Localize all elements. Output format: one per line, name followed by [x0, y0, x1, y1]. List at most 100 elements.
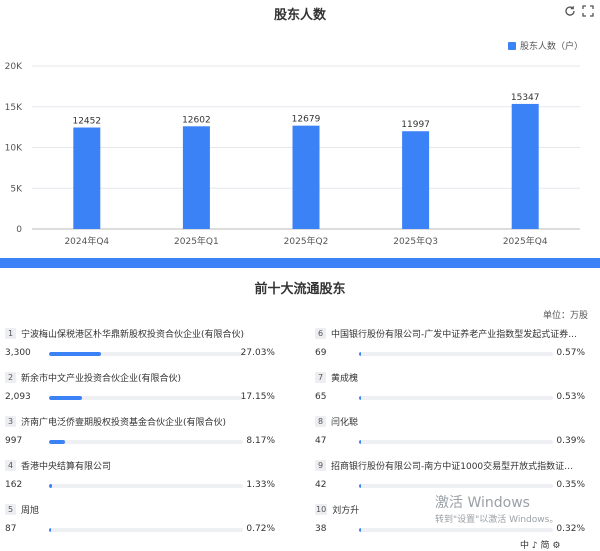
shareholder-name-row: 5 周旭 [5, 502, 275, 516]
data-label: 15347 [511, 93, 540, 103]
ratio-fill [49, 352, 101, 356]
legend-label: 股东人数（户） [520, 40, 583, 52]
share-percent: 0.57% [556, 348, 585, 358]
share-amount: 65 [315, 392, 327, 402]
y-tick-label: 5K [10, 184, 23, 194]
shareholder-item: 6 中国银行股份有限公司-广发中证养老产业指数型发起式证券... 69 0.57% [315, 326, 585, 366]
shareholder-item: 4 香港中央结算有限公司 162 1.33% [5, 458, 275, 498]
x-tick-label: 2025年Q3 [393, 235, 438, 247]
rank-badge: 5 [5, 503, 16, 515]
bar-chart: 0 5K 10K 15K 20K 12452 2024年Q4 12602 2025年Q1 1267… [5, 40, 583, 247]
ratio-track [359, 352, 553, 356]
ratio-fill [49, 440, 65, 444]
shareholder-value-row: 3,300 27.03% [5, 346, 275, 362]
y-tick-label: 0 [16, 225, 22, 235]
shareholder-value-row: 162 1.33% [5, 478, 275, 494]
shareholder-name-row: 8 闫化聪 [315, 414, 585, 428]
expand-icon[interactable] [582, 2, 594, 17]
legend-swatch [508, 42, 516, 50]
y-tick-label: 15K [5, 103, 23, 113]
share-percent: 0.32% [556, 524, 585, 534]
share-amount: 38 [315, 524, 327, 534]
share-percent: 0.72% [246, 524, 275, 534]
share-percent: 17.15% [240, 392, 275, 402]
share-percent: 0.35% [556, 480, 585, 490]
rank-badge: 8 [315, 415, 326, 427]
shareholder-name: 济南广电泛侨壹期股权投资基金合伙企业(有限合伙) [21, 417, 227, 428]
ratio-track [49, 352, 243, 356]
shareholder-item: 2 新余市中文产业投资合伙企业(有限合伙) 2,093 17.15% [5, 370, 275, 410]
shareholder-value-row: 87 0.72% [5, 522, 275, 538]
rank-badge: 7 [315, 371, 326, 383]
ratio-track [49, 396, 243, 400]
shareholder-name-row: 4 香港中央结算有限公司 [5, 458, 275, 472]
share-amount: 69 [315, 348, 327, 358]
bar [292, 125, 320, 229]
share-amount: 87 [5, 524, 17, 534]
shareholder-value-row: 2,093 17.15% [5, 390, 275, 406]
share-amount: 997 [5, 436, 23, 446]
rank-badge: 6 [315, 327, 326, 339]
ratio-fill [49, 484, 52, 488]
shareholder-name: 黄成槐 [331, 373, 359, 384]
shareholder-name-row: 3 济南广电泛侨壹期股权投资基金合伙企业(有限合伙) [5, 414, 275, 428]
section-divider [0, 258, 600, 268]
shareholder-name: 中国银行股份有限公司-广发中证养老产业指数型发起式证券... [331, 329, 577, 340]
share-percent: 0.39% [556, 436, 585, 446]
shareholder-name: 香港中央结算有限公司 [21, 461, 112, 472]
ratio-track [49, 440, 243, 444]
data-label: 12679 [292, 115, 321, 125]
ratio-track [49, 528, 243, 532]
y-tick-label: 20K [5, 62, 23, 72]
share-amount: 2,093 [5, 392, 31, 402]
shareholder-name-row: 1 宁波梅山保税港区朴华鼎新股权投资合伙企业(有限合伙) [5, 326, 275, 340]
ratio-fill [359, 440, 361, 444]
data-label: 12452 [72, 117, 101, 127]
shareholder-item: 7 黄成槐 65 0.53% [315, 370, 585, 410]
shareholder-item: 5 周旭 87 0.72% [5, 502, 275, 542]
shareholder-value-row: 997 8.17% [5, 434, 275, 450]
share-amount: 3,300 [5, 348, 31, 358]
share-percent: 8.17% [246, 436, 275, 446]
rank-badge: 10 [315, 503, 328, 515]
x-tick-label: 2025年Q2 [284, 235, 329, 247]
activation-watermark: 激活 Windows [435, 495, 530, 511]
ratio-fill [49, 396, 82, 400]
shareholder-name: 新余市中文产业投资合伙企业(有限合伙) [21, 373, 182, 384]
share-amount: 47 [315, 436, 327, 446]
x-tick-label: 2024年Q4 [64, 235, 109, 247]
share-percent: 27.03% [240, 348, 275, 358]
data-label: 12602 [182, 115, 211, 125]
shareholder-item: 1 宁波梅山保税港区朴华鼎新股权投资合伙企业(有限合伙) 3,300 27.03% [5, 326, 275, 366]
refresh-icon[interactable] [564, 2, 576, 16]
shareholder-name-row: 2 新余市中文产业投资合伙企业(有限合伙) [5, 370, 275, 384]
shareholder-value-row: 69 0.57% [315, 346, 585, 362]
ratio-fill [49, 528, 51, 532]
ratio-fill [359, 528, 361, 532]
share-amount: 162 [5, 480, 23, 490]
chart-title: 股东人数 [273, 8, 326, 23]
ratio-track [359, 528, 553, 532]
ratio-fill [359, 352, 361, 356]
shareholder-name-row: 7 黄成槐 [315, 370, 585, 384]
rank-badge: 2 [5, 371, 16, 383]
ratio-track [359, 396, 553, 400]
bar [182, 126, 210, 229]
ratio-fill [359, 484, 361, 488]
rank-badge: 4 [5, 459, 16, 471]
ratio-track [49, 484, 243, 488]
bar [73, 127, 101, 229]
bar [511, 103, 539, 229]
shareholder-name: 宁波梅山保税港区朴华鼎新股权投资合伙企业(有限合伙) [21, 329, 245, 340]
ratio-fill [359, 396, 361, 400]
ratio-track [359, 484, 553, 488]
y-tick-label: 10K [5, 144, 23, 154]
shareholder-name-row: 6 中国银行股份有限公司-广发中证养老产业指数型发起式证券... [315, 326, 585, 340]
bar [402, 131, 430, 229]
rank-badge: 9 [315, 459, 326, 471]
top-ten-shareholders-title: 前十大流通股东 [254, 282, 346, 297]
shareholder-name: 闫化聪 [331, 417, 359, 428]
x-tick-label: 2025年Q1 [174, 235, 219, 247]
shareholder-item: 8 闫化聪 47 0.39% [315, 414, 585, 454]
shareholder-item: 3 济南广电泛侨壹期股权投资基金合伙企业(有限合伙) 997 8.17% [5, 414, 275, 454]
